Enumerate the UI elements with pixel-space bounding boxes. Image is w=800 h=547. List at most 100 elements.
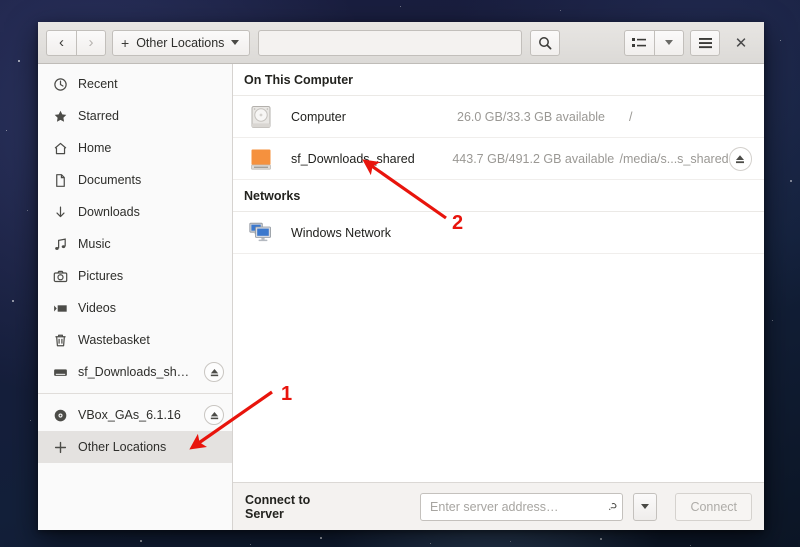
star — [320, 537, 322, 539]
sidebar-separator — [38, 393, 232, 394]
sidebar-item-wastebasket[interactable]: Wastebasket — [38, 324, 232, 356]
star — [30, 420, 31, 421]
sidebar-item-music[interactable]: Music — [38, 228, 232, 260]
path-bar-label: Other Locations — [136, 36, 224, 50]
trash-icon — [52, 332, 68, 348]
content-area: On This ComputerComputer26.0 GB/33.3 GB … — [233, 64, 764, 530]
sidebar-item-pictures[interactable]: Pictures — [38, 260, 232, 292]
eject-icon — [209, 367, 220, 378]
clock-icon — [53, 77, 68, 92]
optical-disc-icon — [53, 408, 68, 423]
home-icon — [52, 140, 68, 156]
chevron-right-icon: › — [89, 35, 94, 50]
connect-to-server-label: Connect to Server — [245, 493, 340, 521]
sidebar-item-label: Recent — [78, 77, 224, 91]
star — [510, 541, 511, 542]
main-menu-button[interactable] — [690, 30, 720, 56]
connect-button-label: Connect — [690, 500, 737, 514]
drive-icon — [52, 364, 68, 380]
place-name: Windows Network — [277, 226, 457, 240]
plus-icon — [52, 439, 68, 455]
section-header-networks: Networks — [233, 180, 764, 212]
chevron-down-icon — [641, 504, 649, 509]
star — [12, 300, 14, 302]
shared-drive-icon — [248, 146, 274, 172]
sidebar-item-downloads[interactable]: Downloads — [38, 196, 232, 228]
download-icon — [53, 205, 68, 220]
music-icon — [53, 237, 68, 252]
sidebar-item-label: VBox_GAs_6.1.16 — [78, 408, 194, 422]
video-icon — [53, 301, 68, 316]
search-icon — [538, 36, 552, 50]
sidebar-item-documents[interactable]: Documents — [38, 164, 232, 196]
camera-icon — [52, 268, 68, 284]
connect-button[interactable]: Connect — [675, 493, 752, 521]
file-manager-window: ‹ › + Other Locations — [38, 22, 764, 530]
annotation-number-1: 1 — [281, 383, 292, 406]
forward-button[interactable]: › — [76, 30, 106, 56]
view-mode-button-group — [624, 30, 684, 56]
back-button[interactable]: ‹ — [46, 30, 76, 56]
place-name: Computer — [277, 110, 457, 124]
optical-disc-icon — [52, 407, 68, 423]
star — [6, 130, 7, 131]
hard-drive-icon — [248, 104, 274, 130]
star — [27, 210, 28, 211]
eject-button[interactable] — [204, 405, 224, 425]
star — [690, 545, 691, 546]
place-row[interactable]: sf_Downloads_shared443.7 GB/491.2 GB ava… — [233, 138, 764, 180]
place-row[interactable]: Computer26.0 GB/33.3 GB available/ — [233, 96, 764, 138]
navigation-button-group: ‹ › — [46, 30, 106, 56]
plus-icon — [53, 440, 68, 455]
star — [600, 538, 602, 540]
sidebar-item-label: Pictures — [78, 269, 224, 283]
view-options-dropdown-button[interactable] — [654, 30, 684, 56]
clock-icon — [52, 76, 68, 92]
eject-button[interactable] — [729, 147, 752, 171]
hamburger-menu-icon — [698, 37, 713, 49]
chevron-down-icon — [665, 40, 673, 45]
location-input[interactable] — [258, 30, 522, 56]
eject-button[interactable] — [204, 362, 224, 382]
star — [18, 60, 20, 62]
place-row[interactable]: Windows Network — [233, 212, 764, 254]
place-mount-path: /media/s...s_shared — [620, 152, 729, 166]
star — [772, 320, 773, 321]
plus-icon: + — [121, 35, 129, 51]
network-computers-icon — [248, 220, 274, 246]
list-view-button[interactable] — [624, 30, 654, 56]
search-button[interactable] — [530, 30, 560, 56]
connect-to-server-bar: Connect to Server Enter server address… … — [233, 482, 764, 530]
sidebar-item-vbox-gas-6-1-16[interactable]: VBox_GAs_6.1.16 — [38, 399, 232, 431]
place-free-space: 26.0 GB/33.3 GB available — [457, 110, 629, 124]
sidebar-item-other-locations[interactable]: Other Locations — [38, 431, 232, 463]
sidebar-item-videos[interactable]: Videos — [38, 292, 232, 324]
document-icon — [53, 173, 68, 188]
places-list: On This ComputerComputer26.0 GB/33.3 GB … — [233, 64, 764, 482]
eject-icon — [734, 153, 746, 165]
path-bar-other-locations[interactable]: + Other Locations — [112, 30, 250, 56]
sidebar-item-label: Starred — [78, 109, 224, 123]
place-icon — [245, 104, 277, 130]
desktop: ‹ › + Other Locations — [0, 0, 800, 547]
close-icon: ✕ — [735, 34, 748, 52]
server-history-dropdown-button[interactable] — [633, 493, 657, 521]
annotation-number-2: 2 — [452, 212, 463, 235]
video-icon — [52, 300, 68, 316]
window-body: Recent Starred Home Documents DownloadsMusic… — [38, 64, 764, 530]
sidebar-item-home[interactable]: Home — [38, 132, 232, 164]
camera-icon — [53, 269, 68, 284]
sidebar-item-label: Videos — [78, 301, 224, 315]
star — [790, 180, 792, 182]
sidebar-item-label: Documents — [78, 173, 224, 187]
server-address-input[interactable]: Enter server address… ? — [420, 493, 623, 521]
sidebar-item-starred[interactable]: Starred — [38, 100, 232, 132]
sidebar: Recent Starred Home Documents DownloadsMusic… — [38, 64, 233, 530]
sidebar-item-recent[interactable]: Recent — [38, 68, 232, 100]
sidebar-item-sf-downloads-shared[interactable]: sf_Downloads_shared — [38, 356, 232, 388]
sidebar-item-label: sf_Downloads_shared — [78, 365, 194, 379]
star — [560, 10, 561, 11]
trash-icon — [53, 333, 68, 348]
close-window-button[interactable]: ✕ — [726, 30, 756, 56]
star — [140, 540, 142, 542]
